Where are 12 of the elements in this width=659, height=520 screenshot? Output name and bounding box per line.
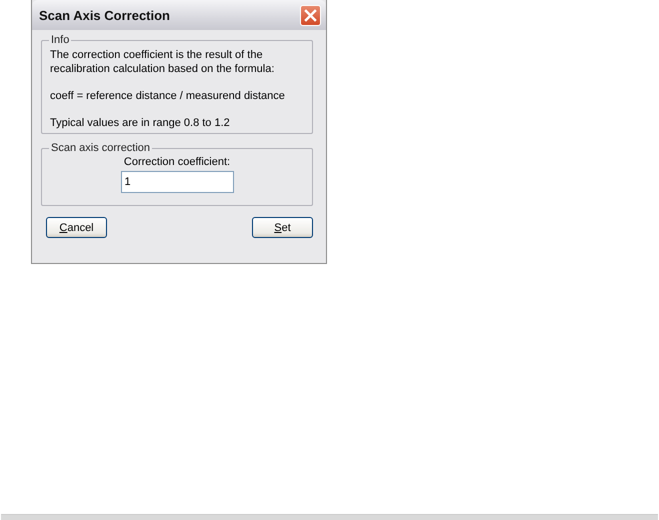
coefficient-field[interactable]: 1: [120, 171, 234, 193]
dialog-button[interactable]: Cancel: [46, 217, 107, 238]
info-text: The correction coefficient is the result of the recalibration calculation based on the formula:: [50, 48, 276, 76]
info-text: coeff = reference distance / measurend distance: [50, 89, 286, 103]
close-icon: [304, 8, 317, 22]
group-title: Scan axis correction: [50, 142, 152, 154]
field-label: Correction coefficient:: [124, 156, 230, 168]
info-text: Typical values are in range 0.8 to 1.2: [50, 116, 231, 130]
close-button[interactable]: [300, 4, 321, 26]
window-title: Scan Axis Correction: [39, 8, 170, 22]
dialog-button[interactable]: Set: [252, 217, 313, 238]
group-title: Info: [50, 34, 70, 46]
